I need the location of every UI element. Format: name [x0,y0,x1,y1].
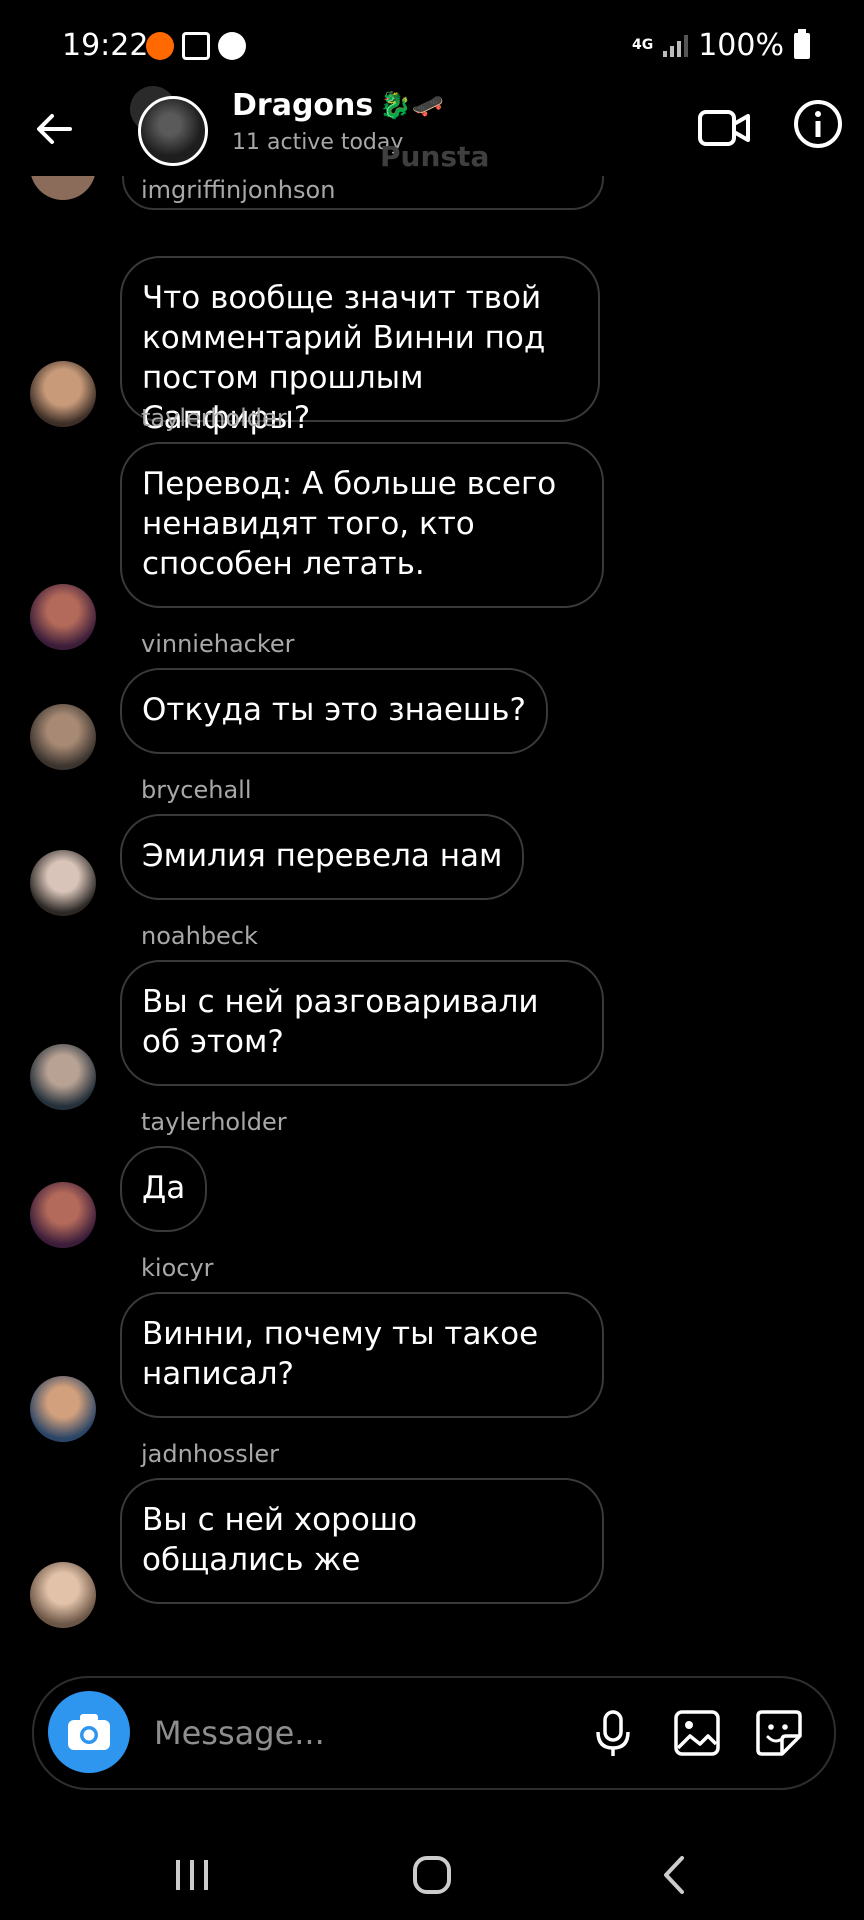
message-username: imgriffinjonhson [141,176,336,204]
message-text: Вы с ней хорошо общались же [142,1502,418,1578]
signal-icon [663,34,689,57]
message-text: Откуда ты это знаешь? [142,692,527,728]
message-bubble[interactable]: Винни, почему ты такое написал? [120,1292,604,1418]
message-bubble[interactable]: Что вообще значит твой комментарий Винни… [120,256,600,436]
gallery-icon[interactable] [670,1706,724,1760]
message-bubble[interactable]: Эмилия перевела нам [120,814,525,900]
back-nav-icon[interactable] [646,1850,706,1900]
message-bubble[interactable]: Да [120,1146,208,1232]
message-username: taylerholder [141,1108,287,1136]
user-avatar[interactable] [30,584,96,650]
title-emojis: 🐉🛹 [379,90,444,121]
status-right: 4G 100% [632,28,810,63]
system-navigation-bar [0,1820,864,1920]
message-username: vinniehacker [141,630,295,658]
network-type: 4G [631,37,654,53]
status-time: 19:22 [62,28,149,63]
message-composer: Message... [32,1676,836,1790]
message-username: jadnhossler [141,1440,280,1468]
status-notification-icons [146,32,246,60]
active-status: 11 active today [232,130,404,155]
camera-icon [68,1714,110,1750]
message-username: noahbeck [141,922,258,950]
user-avatar[interactable] [30,1376,96,1442]
battery-percent: 100% [698,28,784,63]
message-text: Винни, почему ты такое написал? [142,1316,539,1392]
home-icon[interactable] [402,1850,462,1900]
microphone-icon[interactable] [586,1706,640,1760]
user-avatar[interactable] [30,1182,96,1248]
message-bubble[interactable]: Перевод: А больше всего ненавидят того, … [120,442,604,608]
back-arrow-icon[interactable] [30,104,80,154]
app-icon [218,32,246,60]
message-bubble[interactable]: Вы с ней хорошо общались же [120,1478,604,1604]
user-avatar[interactable] [30,850,96,916]
message-username: taylerholder [141,404,287,432]
gallery-icon [182,32,210,60]
message-text: Вы с ней разговаривали об этом? [142,984,539,1060]
message-username: brycehall [141,776,252,804]
sticker-icon[interactable] [752,1706,806,1760]
message-bubble[interactable]: Вы с ней разговаривали об этом? [120,960,604,1086]
info-icon[interactable] [790,96,846,152]
message-text: Перевод: А больше всего ненавидят того, … [142,466,557,582]
user-avatar[interactable] [30,1562,96,1628]
message-text: Да [142,1170,186,1206]
message-text: Эмилия перевела нам [142,838,503,874]
user-avatar[interactable] [30,1044,96,1110]
group-avatar[interactable] [138,96,208,166]
message-username: kiocyr [141,1254,214,1282]
camera-button[interactable] [48,1691,130,1773]
watermark: Punsta [380,140,490,173]
status-bar: 19:22 4G 100% [0,0,864,96]
chat-title-text: Dragons [232,88,374,123]
message-list[interactable]: imgriffinjonhson Что вообще значит твой … [0,176,864,1666]
app-notification-icon [146,32,174,60]
user-avatar[interactable] [30,704,96,770]
message-input[interactable]: Message... [154,1714,325,1752]
chat-header: Dragons 🐉🛹 11 active today Punsta [0,86,864,176]
video-call-icon[interactable] [696,100,752,156]
message-bubble[interactable]: Откуда ты это знаешь? [120,668,549,754]
user-avatar[interactable] [30,361,96,427]
battery-icon [794,28,810,59]
recent-apps-icon[interactable] [162,1850,222,1900]
partial-avatar [30,176,96,200]
chat-title[interactable]: Dragons 🐉🛹 [232,88,444,123]
